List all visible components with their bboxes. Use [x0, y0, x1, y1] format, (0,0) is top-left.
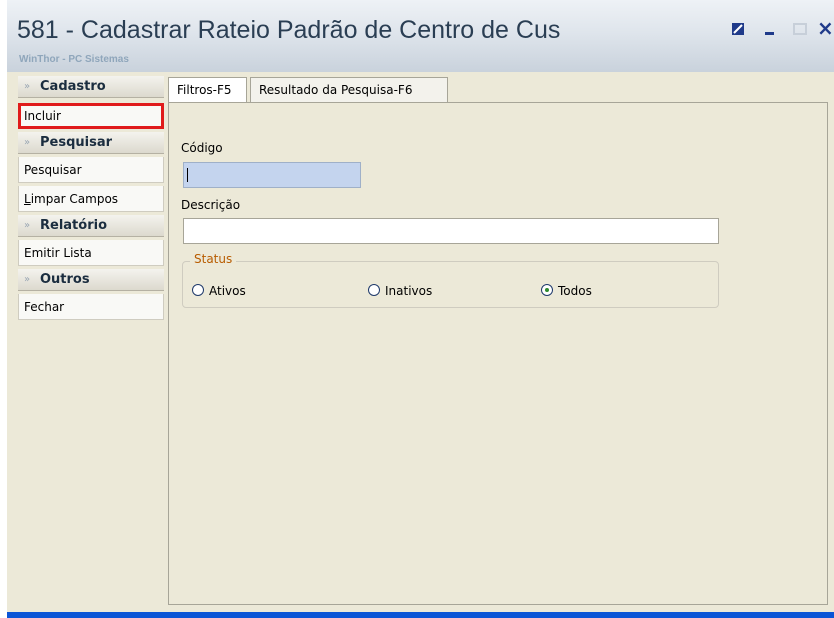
radio-selected-icon	[541, 284, 553, 296]
minimize-icon[interactable]	[763, 22, 777, 36]
radio-button-icon	[192, 284, 204, 296]
sidebar-group-label: Outros	[40, 272, 90, 287]
sidebar-item-fechar[interactable]: Fechar	[18, 294, 164, 320]
radio-label: Todos	[558, 284, 592, 298]
radio-ativos[interactable]: Ativos	[192, 283, 246, 299]
close-icon[interactable]: ×	[817, 18, 834, 38]
title-bar[interactable]: 581 - Cadastrar Rateio Padrão de Centro …	[7, 0, 834, 72]
status-legend: Status	[190, 252, 237, 266]
chevron-down-icon: »	[24, 81, 31, 92]
sidebar-item-pesquisar[interactable]: Pesquisar	[18, 157, 164, 183]
maximize-icon[interactable]	[793, 22, 807, 36]
window-subtitle: WinThor - PC Sistemas	[19, 54, 129, 65]
sidebar-group-cadastro[interactable]: » Cadastro	[18, 76, 164, 98]
descricao-label: Descrição	[181, 198, 241, 212]
tab-resultado-pesquisa[interactable]: Resultado da Pesquisa-F6	[250, 77, 448, 103]
radio-inativos[interactable]: Inativos	[368, 283, 432, 299]
sidebar-group-outros[interactable]: » Outros	[18, 269, 164, 291]
sidebar-group-relatorio[interactable]: » Relatório	[18, 215, 164, 237]
chevron-down-icon: »	[24, 274, 31, 285]
radio-label: Ativos	[209, 284, 246, 298]
chevron-down-icon: »	[24, 137, 31, 148]
sidebar-group-label: Pesquisar	[40, 135, 113, 150]
sidebar-group-label: Relatório	[40, 218, 107, 233]
client-area: » Cadastro Incluir » Pesquisar Pesquisar…	[7, 72, 834, 612]
codigo-label: Código	[181, 141, 223, 155]
tab-filtros[interactable]: Filtros-F5	[168, 77, 247, 103]
codigo-input[interactable]	[183, 162, 361, 188]
mnemonic-letter: L	[24, 192, 31, 206]
sidebar: » Cadastro Incluir » Pesquisar Pesquisar…	[18, 76, 164, 323]
restore-icon[interactable]	[731, 22, 745, 36]
chevron-down-icon: »	[24, 220, 31, 231]
window-title: 581 - Cadastrar Rateio Padrão de Centro …	[17, 16, 561, 44]
radio-label: Inativos	[385, 284, 433, 298]
sidebar-item-emitir-lista[interactable]: Emitir Lista	[18, 240, 164, 266]
text-caret	[187, 168, 188, 182]
sidebar-item-label: impar Campos	[30, 192, 119, 206]
app-window: 581 - Cadastrar Rateio Padrão de Centro …	[7, 0, 834, 618]
descricao-input[interactable]	[183, 218, 719, 244]
radio-button-icon	[368, 284, 380, 296]
sidebar-group-label: Cadastro	[40, 79, 106, 94]
sidebar-item-incluir[interactable]: Incluir	[18, 103, 164, 129]
radio-todos[interactable]: Todos	[541, 283, 592, 299]
sidebar-group-pesquisar[interactable]: » Pesquisar	[18, 132, 164, 154]
status-group	[182, 261, 719, 308]
sidebar-item-limpar-campos[interactable]: Limpar Campos	[18, 186, 164, 212]
